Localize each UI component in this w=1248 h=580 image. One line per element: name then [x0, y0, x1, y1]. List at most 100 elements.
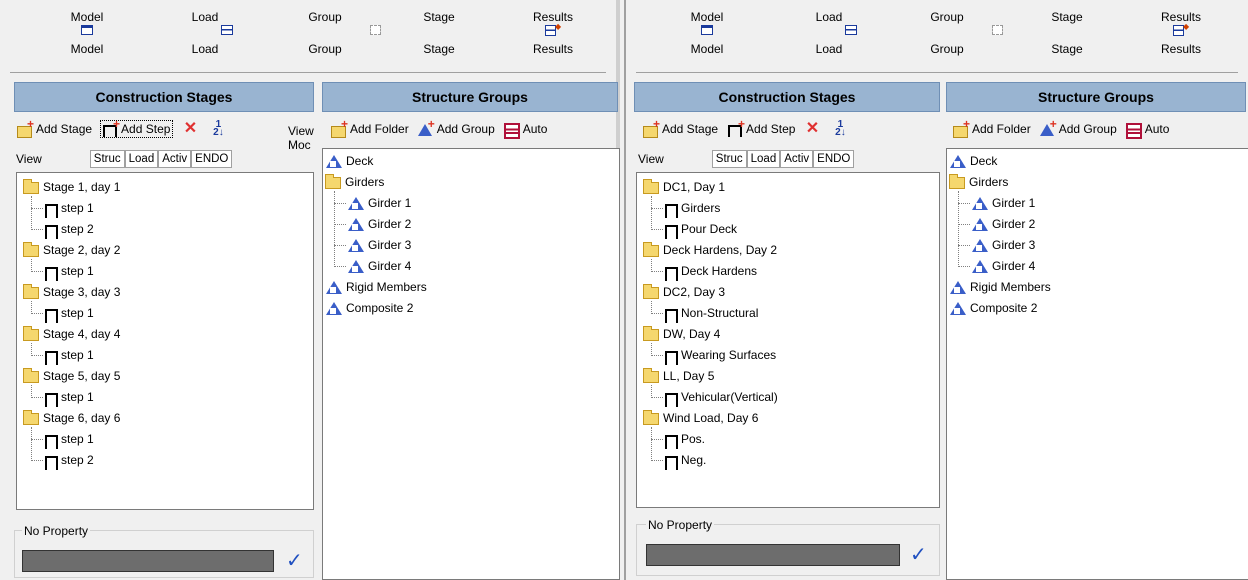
auto-button[interactable]: Auto: [503, 121, 547, 139]
step-node[interactable]: Deck Hardens: [663, 261, 757, 282]
group-node[interactable]: Girders: [325, 172, 384, 193]
group-row[interactable]: Girders: [323, 172, 619, 193]
step-node[interactable]: Wearing Surfaces: [663, 345, 776, 366]
step-row[interactable]: Pour Deck: [637, 219, 939, 240]
group-child-row[interactable]: Girder 4: [947, 256, 1248, 277]
step-row[interactable]: step 2: [17, 219, 313, 240]
group-row[interactable]: Deck: [323, 151, 619, 172]
ribbon-results[interactable]: Results Results: [1136, 10, 1226, 56]
stage-node[interactable]: Stage 1, day 1: [23, 177, 120, 198]
col-struc[interactable]: Struc: [89, 150, 125, 168]
group-row[interactable]: Composite 2: [323, 298, 619, 319]
step-row[interactable]: Wearing Surfaces: [637, 345, 939, 366]
add-group-button[interactable]: Add Group: [1039, 117, 1117, 137]
step-node[interactable]: Non-Structural: [663, 303, 758, 324]
stage-node[interactable]: Stage 3, day 3: [23, 282, 120, 303]
group-node[interactable]: Composite 2: [325, 298, 413, 319]
group-node[interactable]: Girder 4: [971, 256, 1035, 277]
group-child-row[interactable]: Girder 2: [323, 214, 619, 235]
stage-row[interactable]: DC1, Day 1: [637, 177, 939, 198]
step-node[interactable]: step 1: [43, 387, 94, 408]
group-child-row[interactable]: Girder 1: [323, 193, 619, 214]
ribbon-load[interactable]: Load Load: [784, 10, 874, 56]
stage-row[interactable]: DC2, Day 3: [637, 282, 939, 303]
step-node[interactable]: step 1: [43, 261, 94, 282]
sort-button[interactable]: 1 2↓: [209, 120, 229, 138]
group-node[interactable]: Girder 3: [347, 235, 411, 256]
stage-row[interactable]: Stage 2, day 2: [17, 240, 313, 261]
step-row[interactable]: Vehicular(Vertical): [637, 387, 939, 408]
col-activ[interactable]: Activ: [780, 150, 814, 168]
step-row[interactable]: step 1: [17, 303, 313, 324]
add-step-button[interactable]: Add Step: [726, 117, 795, 137]
checkmark-icon[interactable]: ✓: [286, 550, 303, 572]
step-row[interactable]: Non-Structural: [637, 303, 939, 324]
property-input[interactable]: [646, 544, 900, 566]
step-node[interactable]: step 2: [43, 450, 94, 471]
group-node[interactable]: Girder 4: [347, 256, 411, 277]
auto-button[interactable]: Auto: [1125, 121, 1169, 139]
step-node[interactable]: Pour Deck: [663, 219, 737, 240]
delete-button[interactable]: ✕: [803, 121, 823, 137]
add-step-button[interactable]: Add Step: [100, 117, 174, 138]
group-node[interactable]: Girder 1: [971, 193, 1035, 214]
group-node[interactable]: Girder 1: [347, 193, 411, 214]
step-node[interactable]: step 1: [43, 429, 94, 450]
group-node[interactable]: Rigid Members: [949, 277, 1051, 298]
groups-tree[interactable]: Deck Girders Girder 1 Girder 2 Girder 3 Girde…: [322, 148, 620, 580]
step-row[interactable]: step 1: [17, 429, 313, 450]
group-node[interactable]: Girder 2: [971, 214, 1035, 235]
col-endo[interactable]: ENDO: [191, 150, 233, 168]
step-node[interactable]: step 1: [43, 345, 94, 366]
checkmark-icon[interactable]: ✓: [910, 544, 927, 566]
stage-row[interactable]: Stage 5, day 5: [17, 366, 313, 387]
group-child-row[interactable]: Girder 3: [947, 235, 1248, 256]
stage-node[interactable]: Stage 6, day 6: [23, 408, 120, 429]
stage-node[interactable]: DW, Day 4: [643, 324, 720, 345]
group-node[interactable]: Rigid Members: [325, 277, 427, 298]
group-node[interactable]: Girder 2: [347, 214, 411, 235]
group-node[interactable]: Girders: [949, 172, 1008, 193]
ribbon-model[interactable]: Model Model: [42, 10, 132, 56]
add-stage-button[interactable]: Add Stage: [642, 117, 718, 138]
step-node[interactable]: step 1: [43, 198, 94, 219]
step-node[interactable]: step 2: [43, 219, 94, 240]
step-node[interactable]: Vehicular(Vertical): [663, 387, 778, 408]
group-child-row[interactable]: Girder 1: [947, 193, 1248, 214]
stage-node[interactable]: LL, Day 5: [643, 366, 714, 387]
col-activ[interactable]: Activ: [158, 150, 192, 168]
step-row[interactable]: Deck Hardens: [637, 261, 939, 282]
step-row[interactable]: Pos.: [637, 429, 939, 450]
step-node[interactable]: Pos.: [663, 429, 705, 450]
stage-row[interactable]: Wind Load, Day 6: [637, 408, 939, 429]
stage-row[interactable]: LL, Day 5: [637, 366, 939, 387]
step-node[interactable]: step 1: [43, 303, 94, 324]
group-node[interactable]: Girder 3: [971, 235, 1035, 256]
ribbon-stage[interactable]: Stage Stage: [394, 10, 484, 56]
group-node[interactable]: Composite 2: [949, 298, 1037, 319]
col-load[interactable]: Load: [124, 150, 159, 168]
step-row[interactable]: step 2: [17, 450, 313, 471]
ribbon-model[interactable]: Model Model: [662, 10, 752, 56]
stage-row[interactable]: DW, Day 4: [637, 324, 939, 345]
ribbon-group[interactable]: Group Group: [902, 10, 1003, 56]
add-folder-button[interactable]: Add Folder: [952, 117, 1031, 138]
add-group-button[interactable]: Add Group: [417, 117, 495, 137]
step-row[interactable]: Girders: [637, 198, 939, 219]
group-child-row[interactable]: Girder 3: [323, 235, 619, 256]
group-row[interactable]: Deck: [947, 151, 1248, 172]
stage-node[interactable]: DC1, Day 1: [643, 177, 725, 198]
step-node[interactable]: Neg.: [663, 450, 706, 471]
stage-node[interactable]: Stage 5, day 5: [23, 366, 120, 387]
step-row[interactable]: step 1: [17, 345, 313, 366]
col-struc[interactable]: Struc: [711, 150, 747, 168]
property-input[interactable]: [22, 550, 274, 572]
stage-row[interactable]: Stage 4, day 4: [17, 324, 313, 345]
stage-node[interactable]: DC2, Day 3: [643, 282, 725, 303]
step-row[interactable]: Neg.: [637, 450, 939, 471]
stage-node[interactable]: Deck Hardens, Day 2: [643, 240, 777, 261]
group-row[interactable]: Rigid Members: [947, 277, 1248, 298]
group-row[interactable]: Rigid Members: [323, 277, 619, 298]
sort-button[interactable]: 1 2↓: [831, 120, 851, 138]
group-node[interactable]: Deck: [325, 151, 373, 172]
